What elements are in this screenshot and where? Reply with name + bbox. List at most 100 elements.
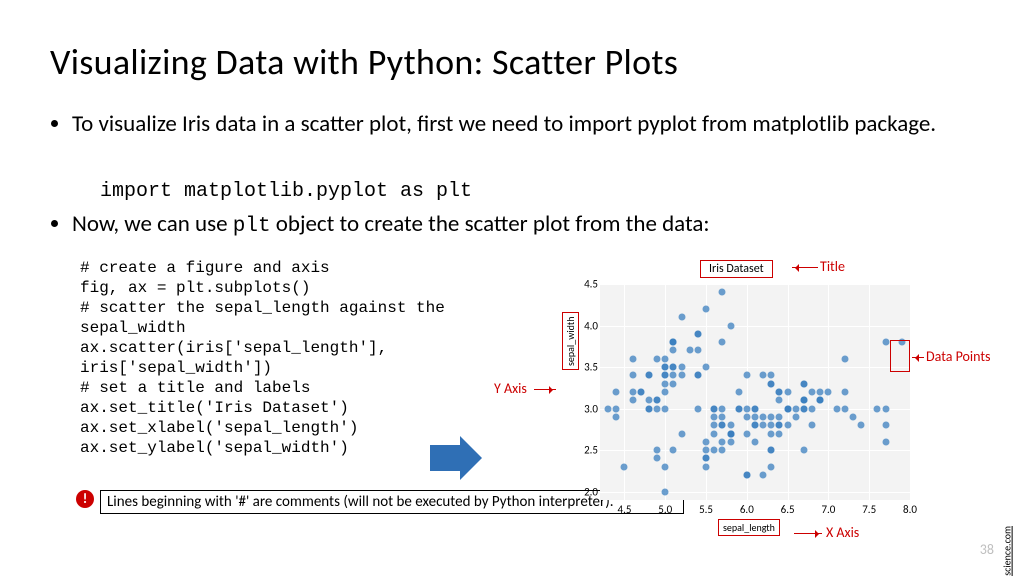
data-point [809, 389, 816, 396]
y-tick: 2.5 [578, 444, 598, 457]
data-point [662, 405, 669, 412]
data-point [776, 389, 783, 396]
bullet-2-a: Now, we can use [72, 210, 233, 238]
data-point [817, 389, 824, 396]
data-point [605, 405, 612, 412]
data-point [670, 339, 677, 346]
data-point [711, 405, 718, 412]
data-point [645, 397, 652, 404]
data-point [719, 413, 726, 420]
x-tick: 5.0 [658, 503, 672, 516]
data-point [662, 389, 669, 396]
data-point [792, 405, 799, 412]
data-point [645, 405, 652, 412]
data-point [662, 463, 669, 470]
y-tick: 3.5 [578, 361, 598, 374]
data-point [833, 405, 840, 412]
data-point [743, 372, 750, 379]
data-point [768, 413, 775, 420]
data-point [760, 372, 767, 379]
data-point [711, 413, 718, 420]
data-point [654, 447, 661, 454]
data-point [800, 380, 807, 387]
data-point [809, 422, 816, 429]
page-title: Visualizing Data with Python: Scatter Pl… [50, 40, 678, 84]
data-point [711, 447, 718, 454]
bullet-2-b: object to create the scatter plot from t… [271, 210, 710, 238]
x-tick: 8.0 [903, 503, 917, 516]
callout-title: Title [820, 258, 845, 275]
data-point [760, 472, 767, 479]
code-block: # create a figure and axis fig, ax = plt… [80, 258, 500, 458]
data-point [776, 413, 783, 420]
data-point [670, 447, 677, 454]
data-point [792, 413, 799, 420]
data-point [882, 422, 889, 429]
data-point [629, 372, 636, 379]
data-point [678, 430, 685, 437]
data-point [776, 397, 783, 404]
data-point [703, 447, 710, 454]
data-point [743, 472, 750, 479]
data-point [670, 380, 677, 387]
bullet-1: To visualize Iris data in a scatter plot… [50, 110, 970, 145]
data-point [768, 447, 775, 454]
data-point [678, 314, 685, 321]
data-point [662, 488, 669, 495]
data-point [800, 397, 807, 404]
data-point [727, 422, 734, 429]
data-point [727, 438, 734, 445]
data-point [703, 455, 710, 462]
y-tick: 3.0 [578, 402, 598, 415]
source-link[interactable]: https://towardsdatascience.com [1001, 526, 1014, 576]
data-point [694, 347, 701, 354]
data-point [858, 422, 865, 429]
code-import-line: import matplotlib.pyplot as plt [100, 180, 472, 203]
data-point [719, 422, 726, 429]
data-point [784, 405, 791, 412]
data-point [727, 430, 734, 437]
callout-xaxis: X Axis [826, 524, 859, 541]
data-point [735, 405, 742, 412]
x-tick: 5.5 [699, 503, 713, 516]
data-point [613, 405, 620, 412]
slide: Visualizing Data with Python: Scatter Pl… [0, 0, 1024, 576]
warning-icon: ! [76, 490, 94, 508]
callout-datapoints: Data Points [926, 348, 991, 365]
data-point [719, 438, 726, 445]
data-point [686, 347, 693, 354]
data-point [678, 372, 685, 379]
big-arrow-icon [430, 445, 460, 471]
data-point [760, 422, 767, 429]
data-point [621, 463, 628, 470]
callout-arrow-title [792, 267, 818, 268]
data-point [613, 413, 620, 420]
data-point [768, 430, 775, 437]
data-point [654, 397, 661, 404]
data-point [784, 422, 791, 429]
data-point [768, 422, 775, 429]
y-axis-label: sepal_width [562, 312, 579, 370]
bullet-1-text: To visualize Iris data in a scatter plot… [72, 110, 970, 139]
callout-arrow-xaxis [794, 533, 822, 534]
data-point [752, 422, 759, 429]
data-point [768, 372, 775, 379]
data-point [784, 389, 791, 396]
inline-code-plt: plt [233, 215, 271, 238]
data-point [654, 455, 661, 462]
data-point [743, 405, 750, 412]
data-point [735, 389, 742, 396]
data-point [882, 405, 889, 412]
data-point [670, 372, 677, 379]
data-point [760, 413, 767, 420]
data-point [654, 405, 661, 412]
data-point [800, 447, 807, 454]
data-point [727, 322, 734, 329]
data-point [703, 364, 710, 371]
bullet-2: Now, we can use plt object to create the… [50, 210, 970, 238]
x-tick: 7.5 [862, 503, 876, 516]
data-point [703, 305, 710, 312]
x-axis-label: sepal_length [718, 519, 780, 536]
x-tick: 7.0 [821, 503, 835, 516]
data-point [841, 355, 848, 362]
